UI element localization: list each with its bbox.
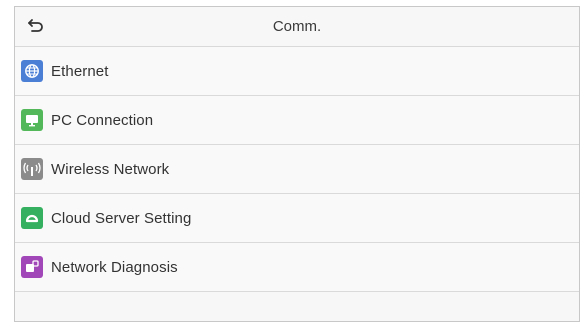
globe-icon [21, 60, 43, 82]
page-title: Comm. [272, 18, 322, 35]
cloud-icon [21, 207, 43, 229]
menu-item-label: PC Connection [51, 111, 154, 129]
back-button[interactable] [21, 13, 51, 41]
menu-item-label: Network Diagnosis [51, 258, 178, 276]
diagnosis-icon [21, 256, 43, 278]
comm-menu: Ethernet PC Connection Wireless Network … [15, 47, 579, 292]
monitor-icon [21, 109, 43, 131]
comm-screen: Comm. Ethernet PC Connection Wireless Ne… [14, 6, 580, 322]
menu-item-cloud-server-setting[interactable]: Cloud Server Setting [15, 194, 579, 243]
menu-item-pc-connection[interactable]: PC Connection [15, 96, 579, 145]
wireless-icon [21, 158, 43, 180]
menu-item-wireless-network[interactable]: Wireless Network [15, 145, 579, 194]
menu-item-label: Wireless Network [51, 160, 170, 178]
header-bar: Comm. [15, 7, 579, 47]
menu-item-network-diagnosis[interactable]: Network Diagnosis [15, 243, 579, 292]
back-arrow-icon [27, 18, 45, 37]
menu-item-label: Cloud Server Setting [51, 209, 192, 227]
menu-item-ethernet[interactable]: Ethernet [15, 47, 579, 96]
menu-item-label: Ethernet [51, 62, 109, 80]
